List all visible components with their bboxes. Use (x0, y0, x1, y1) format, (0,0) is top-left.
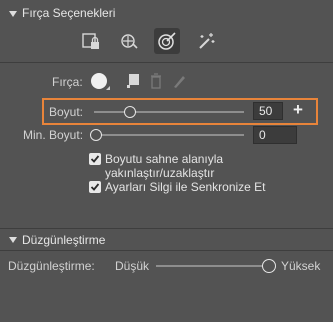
smoothing-header[interactable]: Düzgünleştirme (0, 229, 333, 257)
min-size-slider-thumb[interactable] (90, 129, 102, 141)
size-slider-thumb[interactable] (124, 106, 136, 118)
divider (0, 250, 333, 251)
collapse-caret-icon[interactable] (9, 11, 17, 17)
brush-mode-icon[interactable] (116, 28, 142, 54)
size-slider-track[interactable] (94, 111, 244, 113)
smoothing-slider-thumb[interactable] (262, 259, 276, 273)
smoothing-high-label: Yüksek (281, 259, 321, 273)
lock-brush-icon[interactable] (78, 28, 104, 54)
divider (0, 62, 333, 63)
zoom-with-stage-label[interactable]: Boyutu sahne alanıyla yakınlaştır/uzakla… (105, 152, 333, 180)
min-size-label: Min. Boyut: (23, 128, 84, 142)
brush-options-title: Fırça Seçenekleri (22, 6, 116, 20)
collapse-caret-icon[interactable] (9, 237, 17, 243)
smoothing-label: Düzgünleştirme: (8, 259, 95, 273)
brush-copy-icon[interactable] (126, 73, 140, 92)
smoothing-slider-track[interactable] (156, 265, 266, 267)
plus-icon[interactable]: + (293, 100, 303, 120)
magic-wand-brush-icon[interactable] (193, 28, 219, 54)
brush-dropdown-corner-icon[interactable] (106, 86, 110, 90)
smoothing-low-label: Düşük (115, 259, 150, 273)
sync-eraser-label[interactable]: Ayarları Silgi ile Senkronize Et (105, 180, 266, 194)
min-size-value-field[interactable]: 0 (253, 126, 297, 144)
size-value-field[interactable]: 50 (253, 102, 283, 120)
brush-preview-circle-icon[interactable] (91, 73, 107, 89)
brush-label: Fırça: (52, 75, 83, 89)
smoothing-title: Düzgünleştirme (22, 233, 106, 247)
size-label: Boyut: (49, 105, 84, 119)
pencil-icon[interactable] (172, 73, 186, 92)
min-size-slider-track[interactable] (94, 134, 244, 136)
sync-eraser-checkbox[interactable] (89, 181, 101, 193)
brush-options-header[interactable]: Fırça Seçenekleri (0, 0, 333, 28)
trash-icon[interactable] (150, 73, 162, 92)
target-brush-icon[interactable] (154, 28, 180, 54)
zoom-with-stage-checkbox[interactable] (89, 153, 101, 165)
